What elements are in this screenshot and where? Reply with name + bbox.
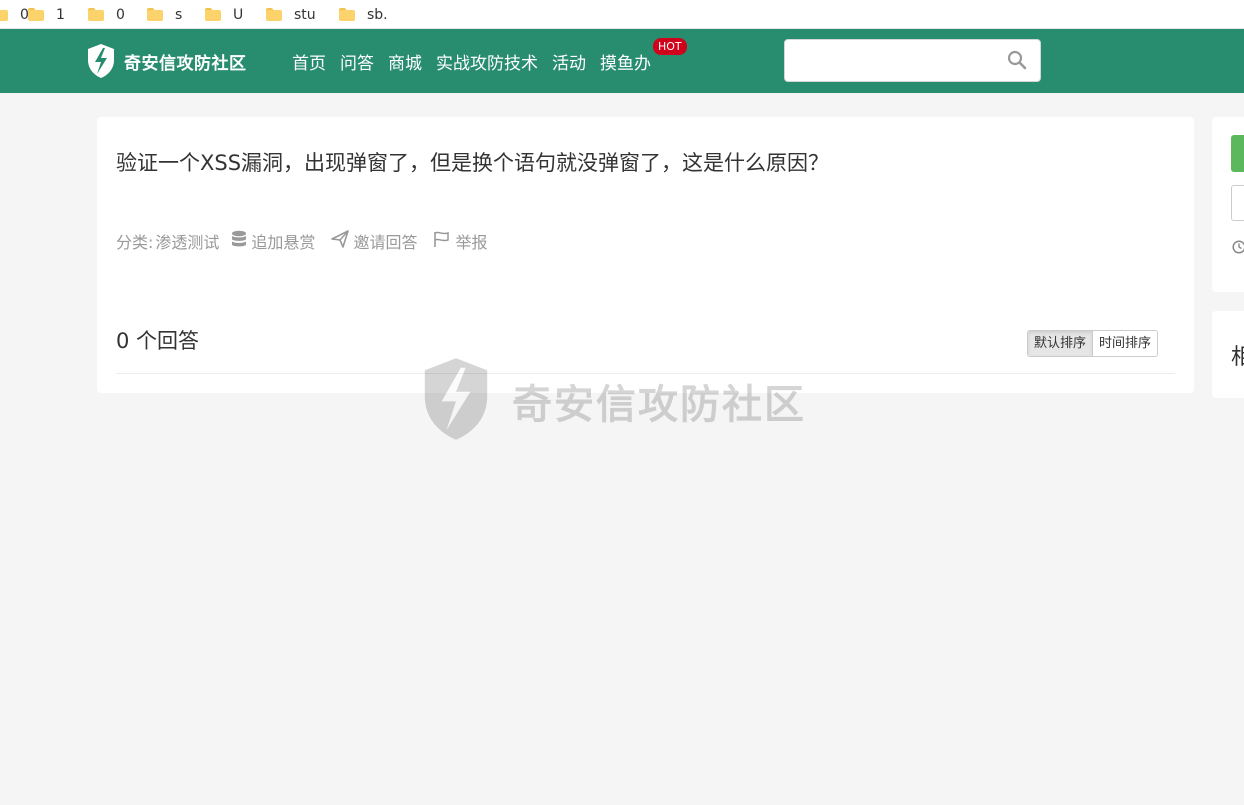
search-box <box>784 39 1041 82</box>
nav-qa[interactable]: 问答 <box>340 49 374 74</box>
sort-default-button[interactable]: 默认排序 <box>1028 331 1094 356</box>
logo-bolt-icon <box>86 43 116 79</box>
bookmark-item[interactable]: sb. <box>339 0 388 29</box>
bookmark-item[interactable]: s <box>147 0 182 29</box>
bookmark-item[interactable]: U <box>205 0 243 29</box>
flag-icon <box>433 230 455 252</box>
sidebar-actions-panel <box>1212 117 1244 292</box>
category-link[interactable]: 渗透测试 <box>155 229 219 253</box>
add-reward-button[interactable]: 追加悬赏 <box>231 229 315 253</box>
invite-answer-label: 邀请回答 <box>353 233 418 252</box>
invite-answer-button[interactable]: 邀请回答 <box>331 229 417 253</box>
bookmark-item[interactable]: 1 <box>28 0 65 29</box>
answer-count: 0 个回答 <box>116 329 200 353</box>
question-title: 验证一个XSS漏洞，出现弹窗了，但是换个语句就没弹窗了，这是什么原因？ <box>116 151 830 175</box>
folder-icon <box>147 8 163 21</box>
answers-divider <box>116 373 1175 374</box>
paper-plane-icon <box>331 230 353 252</box>
folder-icon <box>28 8 44 21</box>
site-name: 奇安信攻防社区 <box>124 53 247 74</box>
add-reward-label: 追加悬赏 <box>251 233 316 252</box>
sort-time-button[interactable]: 时间排序 <box>1093 331 1158 356</box>
sidebar-input[interactable] <box>1231 185 1244 221</box>
main-nav: 首页 问答 商城 实战攻防技术 活动 摸鱼办 HOT <box>292 29 687 93</box>
clock-icon <box>1232 239 1244 258</box>
report-label: 举报 <box>455 233 488 252</box>
bookmark-item[interactable]: 0 <box>0 0 29 29</box>
question-meta: 分类: 渗透测试 追加悬赏 邀请回答 举报 <box>116 230 503 252</box>
site-header: 奇安信攻防社区 首页 问答 商城 实战攻防技术 活动 摸鱼办 HOT <box>0 29 1244 93</box>
database-icon <box>231 230 251 252</box>
nav-home[interactable]: 首页 <box>292 49 326 74</box>
site-logo[interactable]: 奇安信攻防社区 <box>86 43 247 79</box>
folder-icon <box>88 8 104 21</box>
nav-events[interactable]: 活动 <box>552 49 586 74</box>
bookmark-item[interactable]: stu <box>266 0 316 29</box>
sort-toggle: 默认排序 时间排序 <box>1027 330 1159 357</box>
bookmark-item[interactable]: 0 <box>88 0 125 29</box>
sidebar-related-panel: 相 <box>1212 311 1244 398</box>
nav-moyu[interactable]: 摸鱼办 HOT <box>600 37 687 74</box>
folder-icon <box>205 8 221 21</box>
bookmarks-bar: 0 1 0 s U stu sb. <box>0 0 1244 29</box>
folder-icon <box>266 8 282 21</box>
folder-icon <box>339 8 355 21</box>
nav-shop[interactable]: 商城 <box>388 49 422 74</box>
report-button[interactable]: 举报 <box>433 229 487 253</box>
hot-badge: HOT <box>653 37 687 55</box>
category-label: 分类: <box>116 233 154 252</box>
sidebar-primary-button[interactable] <box>1231 135 1244 172</box>
sidebar-related-heading: 相 <box>1231 345 1244 370</box>
folder-icon <box>0 8 8 21</box>
question-card: 验证一个XSS漏洞，出现弹窗了，但是换个语句就没弹窗了，这是什么原因？ 分类: … <box>97 117 1194 393</box>
nav-moyu-label: 摸鱼办 <box>600 53 651 74</box>
search-input[interactable] <box>793 48 993 74</box>
nav-tech[interactable]: 实战攻防技术 <box>436 49 538 74</box>
search-icon[interactable] <box>1007 50 1027 74</box>
